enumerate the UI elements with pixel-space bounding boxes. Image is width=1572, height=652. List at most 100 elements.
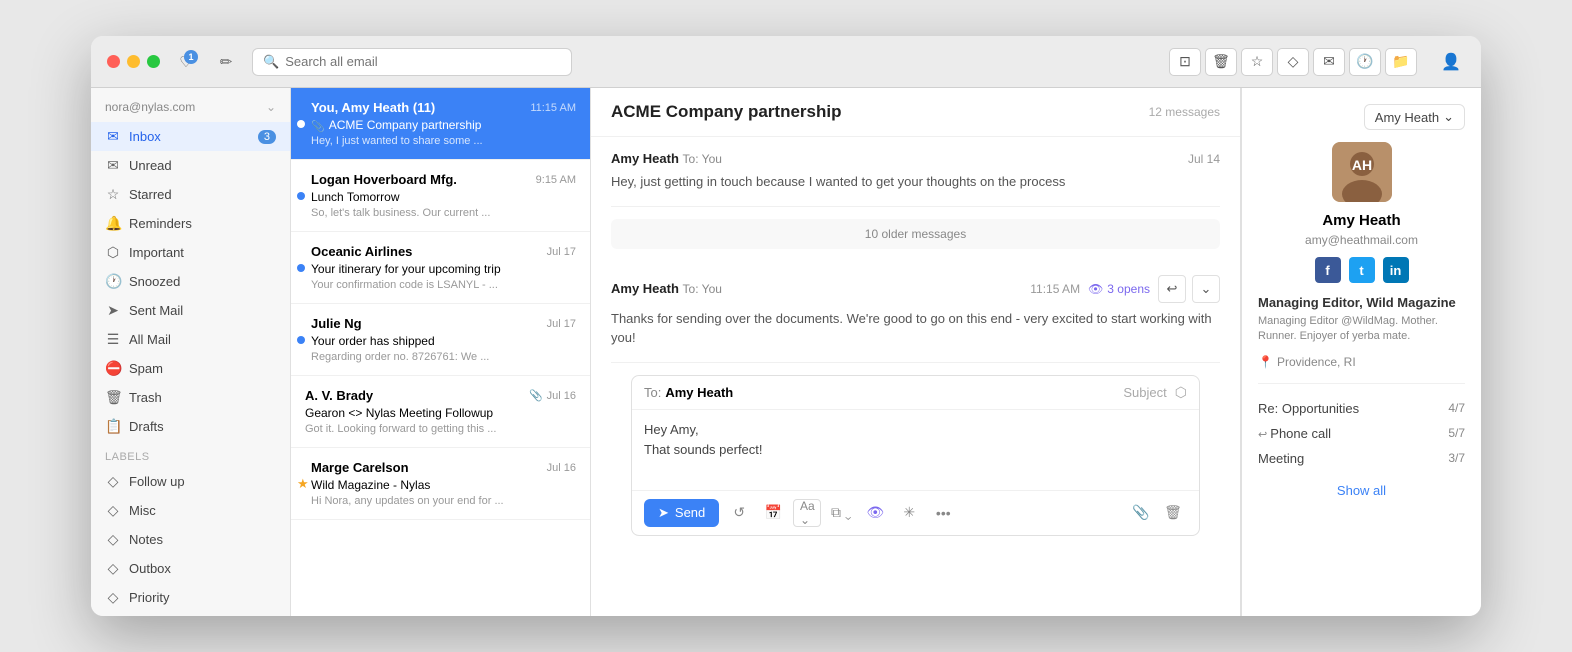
compose-expand-icon[interactable]: ⬡ <box>1175 384 1187 401</box>
email-time: 11:15 AM <box>530 102 576 114</box>
star-button[interactable]: ☆ <box>1241 48 1273 76</box>
contact-name-button[interactable]: Amy Heath ⌄ <box>1364 104 1465 130</box>
sidebar-item-unread[interactable]: ✉ Unread <box>91 151 290 180</box>
archive-button[interactable]: ⊡ <box>1169 48 1201 76</box>
sidebar-item-label: Notes <box>129 532 163 547</box>
thread-panel: ACME Company partnership 12 messages Amy… <box>591 88 1241 616</box>
message-item[interactable]: Amy Heath To: You 11:15 AM 👁 3 opens ↩ <box>611 261 1220 363</box>
search-input[interactable] <box>285 54 561 69</box>
contact-name-btn-label: Amy Heath <box>1375 110 1439 125</box>
more-compose-button[interactable]: ••• <box>929 499 957 527</box>
send-button[interactable]: ➤ Send <box>644 499 719 527</box>
sidebar-item-trash[interactable]: 🗑 Trash <box>91 383 290 412</box>
sidebar-item-outbox[interactable]: ◇ Outbox <box>91 554 290 583</box>
email-item[interactable]: Logan Hoverboard Mfg. 9:15 AM Lunch Tomo… <box>291 160 590 232</box>
minimize-button[interactable] <box>127 55 140 68</box>
contact-socials: f t in <box>1258 257 1465 283</box>
send-label: Send <box>675 505 705 520</box>
older-messages-button[interactable]: 10 older messages <box>611 219 1220 249</box>
fullscreen-button[interactable] <box>147 55 160 68</box>
sidebar-item-misc[interactable]: ◇ Misc <box>91 496 290 525</box>
more-button[interactable]: ⌄ <box>1192 275 1220 303</box>
snooze-button[interactable]: 🕐 <box>1349 48 1381 76</box>
reply-button[interactable]: ↩ <box>1158 275 1186 303</box>
message-item[interactable]: Amy Heath To: You Jul 14 Hey, just getti… <box>611 137 1220 207</box>
email-item[interactable]: Oceanic Airlines Jul 17 Your itinerary f… <box>291 232 590 304</box>
thread-count: 12 messages <box>1149 105 1220 119</box>
close-button[interactable] <box>107 55 120 68</box>
email-preview: Your confirmation code is LSANYL - ... <box>311 279 576 291</box>
folder-button[interactable]: 📁 <box>1385 48 1417 76</box>
message-to: To: You <box>683 282 722 296</box>
interaction-row: ↩ Phone call 5/7 <box>1258 421 1465 446</box>
twitter-icon[interactable]: t <box>1349 257 1375 283</box>
sidebar-item-priority[interactable]: ◇ Priority <box>91 583 290 612</box>
email-item[interactable]: ★ Marge Carelson Jul 16 Wild Magazine - … <box>291 448 590 520</box>
format-button[interactable]: Aa ⌄ <box>793 499 821 527</box>
facebook-icon[interactable]: f <box>1315 257 1341 283</box>
notification-icon[interactable]: ♡ 1 <box>172 48 200 76</box>
email-preview: Got it. Looking forward to getting this … <box>305 423 576 435</box>
email-preview: Hi Nora, any updates on your end for ... <box>311 495 576 507</box>
eye-icon: 👁 <box>1088 282 1103 296</box>
compose-to: To: Amy Heath Subject ⬡ <box>632 376 1199 410</box>
sidebar-item-label: Inbox <box>129 129 161 144</box>
sidebar-item-reminders[interactable]: 🔔 Reminders <box>91 209 290 238</box>
sidebar-item-follow-up[interactable]: ◇ Follow up <box>91 467 290 496</box>
sidebar-item-starred[interactable]: ☆ Starred <box>91 180 290 209</box>
delete-draft-button[interactable]: 🗑 <box>1159 499 1187 527</box>
user-icon[interactable]: 👤 <box>1437 48 1465 76</box>
email-preview: Hey, I just wanted to share some ... <box>311 135 576 147</box>
schedule-button[interactable]: 📅 <box>759 499 787 527</box>
undo-button[interactable]: ↺ <box>725 499 753 527</box>
sidebar-item-inbox[interactable]: ✉ Inbox 3 <box>91 122 290 151</box>
message-sender: Amy Heath <box>611 281 679 296</box>
attachment-button[interactable]: 📎 <box>1127 499 1155 527</box>
move-button[interactable]: ✉ <box>1313 48 1345 76</box>
interaction-label: ↩ Phone call <box>1258 426 1331 441</box>
sidebar-item-label: Drafts <box>129 419 164 434</box>
sidebar-item-drafts[interactable]: 📋 Drafts <box>91 412 290 441</box>
email-item[interactable]: A. V. Brady 📎 Jul 16 Gearon <> Nylas Mee… <box>291 376 590 448</box>
sidebar-item-sent[interactable]: ➤ Sent Mail <box>91 296 290 325</box>
email-item[interactable]: Julie Ng Jul 17 Your order has shipped R… <box>291 304 590 376</box>
email-list: You, Amy Heath (11) 11:15 AM 📎 ACME Comp… <box>291 88 591 616</box>
tag-button[interactable]: ◇ <box>1277 48 1309 76</box>
sidebar-item-snoozed[interactable]: 🕐 Snoozed <box>91 267 290 296</box>
search-bar[interactable]: 🔍 <box>252 48 572 76</box>
template-button[interactable]: ⧉ ⌄ <box>827 499 855 527</box>
sidebar-item-label: Starred <box>129 187 172 202</box>
compose-body[interactable]: Hey Amy, That sounds perfect! <box>632 410 1199 490</box>
interaction-label: Meeting <box>1258 451 1304 466</box>
contact-bio: Managing Editor @WildMag. Mother. Runner… <box>1258 314 1465 345</box>
sidebar-item-label: Snoozed <box>129 274 180 289</box>
email-item[interactable]: You, Amy Heath (11) 11:15 AM 📎 ACME Comp… <box>291 88 590 160</box>
contact-panel: Amy Heath ⌄ AH Amy Heath amy@heathmail.c… <box>1241 88 1481 616</box>
compose-right-actions: 📎 🗑 <box>1127 499 1187 527</box>
linkedin-icon[interactable]: in <box>1383 257 1409 283</box>
tracking-button[interactable]: 👁 <box>861 499 889 527</box>
follow-up-icon: ◇ <box>105 473 121 490</box>
main-content: nora@nylas.com ⌄ ✉ Inbox 3 ✉ Unread ☆ St… <box>91 88 1481 616</box>
priority-icon: ◇ <box>105 589 121 606</box>
sidebar-item-label: Reminders <box>129 216 192 231</box>
sidebar-item-all-mail[interactable]: ☰ All Mail <box>91 325 290 354</box>
sidebar-item-important[interactable]: ⬡ Important <box>91 238 290 267</box>
sidebar-item-notes[interactable]: ◇ Notes <box>91 525 290 554</box>
notification-badge: 1 <box>184 50 198 64</box>
compose-to-value[interactable]: Amy Heath <box>665 385 1123 400</box>
account-collapse-button[interactable]: ⌄ <box>266 100 276 114</box>
email-subject: ACME Company partnership <box>329 118 482 132</box>
email-sender: Julie Ng <box>311 316 362 331</box>
trash-button[interactable]: 🗑 <box>1205 48 1237 76</box>
compose-icon[interactable]: ✏ <box>212 48 240 76</box>
labels-section: Labels <box>91 441 290 467</box>
email-subject: Gearon <> Nylas Meeting Followup <box>305 406 576 420</box>
compose-to-label: To: <box>644 385 661 400</box>
opens-count: 3 opens <box>1107 282 1150 296</box>
sidebar-item-label: Important <box>129 245 184 260</box>
sidebar-item-spam[interactable]: ⛔ Spam <box>91 354 290 383</box>
signature-button[interactable]: ✳ <box>895 499 923 527</box>
attachment-icon: 📎 <box>529 389 543 402</box>
show-all-button[interactable]: Show all <box>1258 479 1465 502</box>
